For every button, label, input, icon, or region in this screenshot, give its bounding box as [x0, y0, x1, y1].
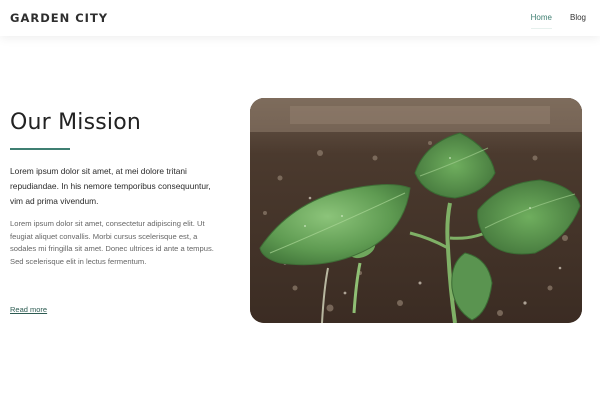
mission-section: Our Mission Lorem ipsum dolor sit amet, …: [10, 108, 215, 268]
site-header: GARDEN CITY Home Blog: [0, 0, 600, 36]
body-paragraph: Lorem ipsum dolor sit amet, consectetur …: [10, 219, 214, 266]
site-logo[interactable]: GARDEN CITY: [10, 11, 108, 25]
main-nav: Home Blog: [530, 13, 586, 29]
section-title: Our Mission: [10, 110, 142, 135]
nav-item-home[interactable]: Home: [530, 13, 553, 29]
title-underline: [10, 148, 70, 150]
read-more-link[interactable]: Read more: [10, 305, 47, 314]
nav-item-blog[interactable]: Blog: [570, 13, 586, 24]
lead-paragraph: Lorem ipsum dolor sit amet, at mei dolor…: [10, 166, 211, 206]
seedling-photo: [250, 98, 582, 323]
